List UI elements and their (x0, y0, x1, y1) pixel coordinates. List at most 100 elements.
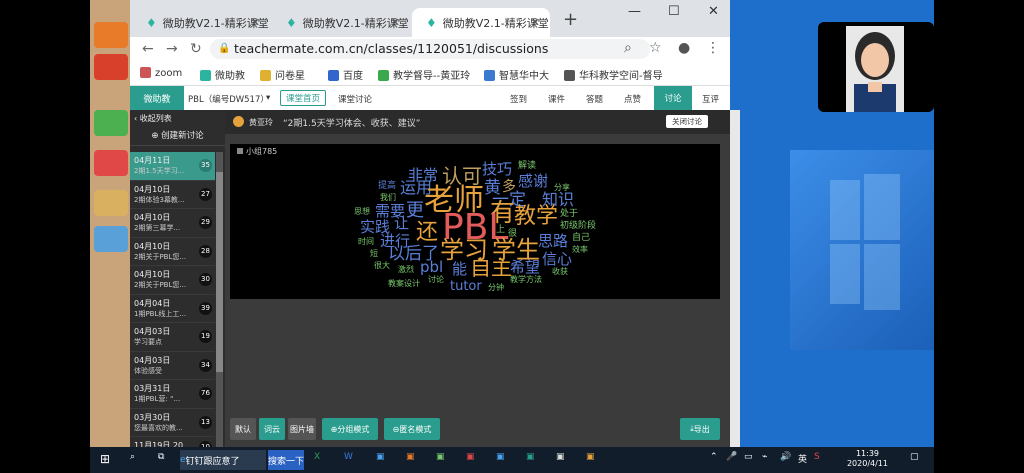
star-bookmark-icon (260, 70, 271, 81)
list-item[interactable]: 03月31日 1期PBL营: “... 76 (130, 380, 215, 409)
nav-like[interactable]: 点赞 (624, 93, 641, 105)
close-icon[interactable]: ✕ (531, 16, 540, 29)
search-button[interactable]: 搜索一下 (268, 450, 304, 470)
nav-quiz[interactable]: 答题 (586, 93, 603, 105)
bookmark-hust[interactable]: 智慧华中大 (484, 67, 549, 82)
group-mode-button[interactable]: ⊕ 分组模式 (322, 418, 378, 440)
menu-icon[interactable]: ⋮ (706, 40, 720, 56)
page-scrollbar[interactable] (730, 110, 740, 447)
list-item[interactable]: 04月11日 2期1.5天学习... 35 (130, 152, 215, 181)
home-button[interactable]: 课堂首页 (280, 90, 327, 106)
zoom-icon[interactable]: ⌕ (624, 40, 632, 56)
collapse-list-button[interactable]: ‹ 收起列表 (130, 110, 225, 127)
task-view-icon[interactable]: ⧉ (158, 452, 164, 462)
cloud-word: 还 (416, 220, 439, 245)
app-icon[interactable] (94, 110, 128, 136)
ime-indicator[interactable]: 英 (798, 452, 807, 465)
nav-discussion[interactable]: 讨论 (654, 86, 692, 110)
forward-icon[interactable]: → (166, 41, 178, 57)
list-item[interactable]: 04月10日 2期关于PBL您... 30 (130, 266, 215, 295)
chevron-down-icon[interactable]: ▾ (266, 93, 270, 103)
bookmark-supervision[interactable]: 教学督导--黄亚玲 (378, 67, 470, 82)
imagewall-view-button[interactable]: 图片墙 (288, 418, 316, 440)
app-icon[interactable]: ▣ (406, 452, 415, 462)
app-icon[interactable]: ▣ (466, 452, 475, 462)
close-icon[interactable]: ✕ (251, 16, 260, 29)
bookmark-icon (564, 70, 575, 81)
list-item[interactable]: 03月30日 您最喜欢的教... 13 (130, 409, 215, 437)
browser-tab[interactable]: ♦ 微助教V2.1-精彩课堂 ✕ (132, 8, 270, 37)
app-icon[interactable] (94, 22, 128, 48)
default-view-button[interactable]: 默认 (230, 418, 256, 440)
network-icon[interactable]: ⌁ (762, 452, 767, 462)
list-item[interactable]: 04月03日 学习要点 19 (130, 323, 215, 352)
bookmark-hust-space[interactable]: 华科教学空间-督导 (564, 67, 663, 82)
address-bar: ← → ↻ 🔒 teachermate.com.cn/classes/112005… (130, 37, 730, 61)
app-icon[interactable]: ▣ (376, 452, 385, 462)
sidebar-scrollbar[interactable] (216, 152, 223, 447)
app-icon[interactable]: ▣ (496, 452, 505, 462)
group-panel: 小组785 非常 认可 技巧 解读 提高 运用 黄 多 感谢 分享 我们 老师 … (230, 144, 720, 299)
list-item[interactable]: 04月10日 2期体验3幕教... 27 (130, 181, 215, 209)
nav-checkin[interactable]: 签到 (510, 93, 527, 105)
maximize-icon[interactable]: ☐ (668, 4, 680, 19)
app-icon[interactable]: ▣ (586, 452, 595, 462)
export-button[interactable]: ⤓ 导出 (680, 418, 720, 440)
minimize-icon[interactable]: — (628, 4, 641, 19)
antivirus-icon[interactable]: S (814, 452, 820, 462)
notification-icon[interactable]: ▢ (910, 452, 919, 462)
bookmark-wjx[interactable]: 问卷星 (260, 67, 305, 82)
app-icon[interactable]: ▣ (556, 452, 565, 462)
reload-icon[interactable]: ↻ (190, 41, 202, 57)
url-input[interactable]: 🔒 teachermate.com.cn/classes/1120051/disc… (210, 39, 650, 59)
list-item[interactable]: 04月03日 体验感受 34 (130, 352, 215, 380)
taskbar-app-browser[interactable]: e 钉钉跟应意了 (180, 450, 266, 470)
cloud-word: 分钟 (488, 283, 504, 292)
nav-slides[interactable]: 课件 (548, 93, 565, 105)
browser-tab[interactable]: ♦ 微助教V2.1-精彩课堂 ✕ (272, 8, 410, 37)
clock[interactable]: 11:39 2020/4/11 (847, 449, 888, 469)
scrollbar-thumb[interactable] (216, 172, 223, 372)
search-icon[interactable]: ⌕ (130, 452, 135, 462)
back-icon[interactable]: ← (142, 41, 154, 57)
topic-header: 黄亚玲 “2期1.5天学习体会、收获、建议” 关闭讨论 (225, 110, 730, 134)
app-icon[interactable] (94, 150, 128, 176)
chevron-up-icon[interactable]: ⌃ (710, 452, 718, 462)
list-item[interactable]: 04月10日 2期第三幕学... 29 (130, 209, 215, 238)
close-window-icon[interactable]: ✕ (708, 4, 719, 19)
windows-logo-icon (830, 160, 900, 320)
app-icon[interactable]: ▣ (436, 452, 445, 462)
app-icon[interactable]: ▣ (526, 452, 535, 462)
cloud-icon (484, 70, 495, 81)
course-select[interactable]: PBL（编号DW517） (188, 93, 269, 105)
app-icon[interactable] (94, 54, 128, 80)
cloud-word: 讨论 (428, 275, 444, 284)
volume-icon[interactable]: 🔊 (780, 452, 791, 462)
star-icon[interactable]: ☆ (649, 40, 662, 56)
new-tab-icon[interactable]: + (563, 9, 578, 30)
close-icon[interactable]: ✕ (391, 16, 400, 29)
discussion-main: 黄亚玲 “2期1.5天学习体会、收获、建议” 关闭讨论 小组785 非常 认可 … (225, 110, 730, 447)
mic-icon[interactable]: 🎤 (726, 452, 737, 462)
list-item[interactable]: 04月10日 2期关于PBL您... 28 (130, 238, 215, 266)
app-logo[interactable]: 微助教 (130, 86, 184, 110)
profile-icon[interactable]: ● (678, 40, 690, 56)
list-item[interactable]: 04月04日 1期PBL线上工... 39 (130, 295, 215, 323)
wordcloud-view-button[interactable]: 词云 (259, 418, 285, 440)
create-discussion-button[interactable]: ⊕ 创建新讨论 (130, 127, 225, 146)
word-icon[interactable]: W (344, 452, 353, 462)
app-icon[interactable] (94, 190, 128, 216)
bookmark-teachermate[interactable]: 微助教 (200, 67, 245, 82)
start-icon[interactable]: ⊞ (100, 452, 110, 466)
cloud-word: 时间 (358, 237, 374, 246)
app-icon[interactable] (94, 226, 128, 252)
bookmark-zoom[interactable]: zoom (140, 67, 182, 79)
plus-icon: ⊕ (151, 131, 162, 141)
excel-icon[interactable]: X (314, 452, 320, 462)
nav-peer-review[interactable]: 互评 (702, 93, 719, 105)
anonymous-mode-button[interactable]: ⊖ 匿名模式 (384, 418, 440, 440)
close-discussion-button[interactable]: 关闭讨论 (666, 115, 708, 128)
browser-tab-active[interactable]: ♦ 微助教V2.1-精彩课堂 ✕ (412, 8, 550, 37)
cloud-word: 初级阶段 (560, 221, 597, 231)
bookmark-baidu[interactable]: 百度 (328, 67, 363, 82)
